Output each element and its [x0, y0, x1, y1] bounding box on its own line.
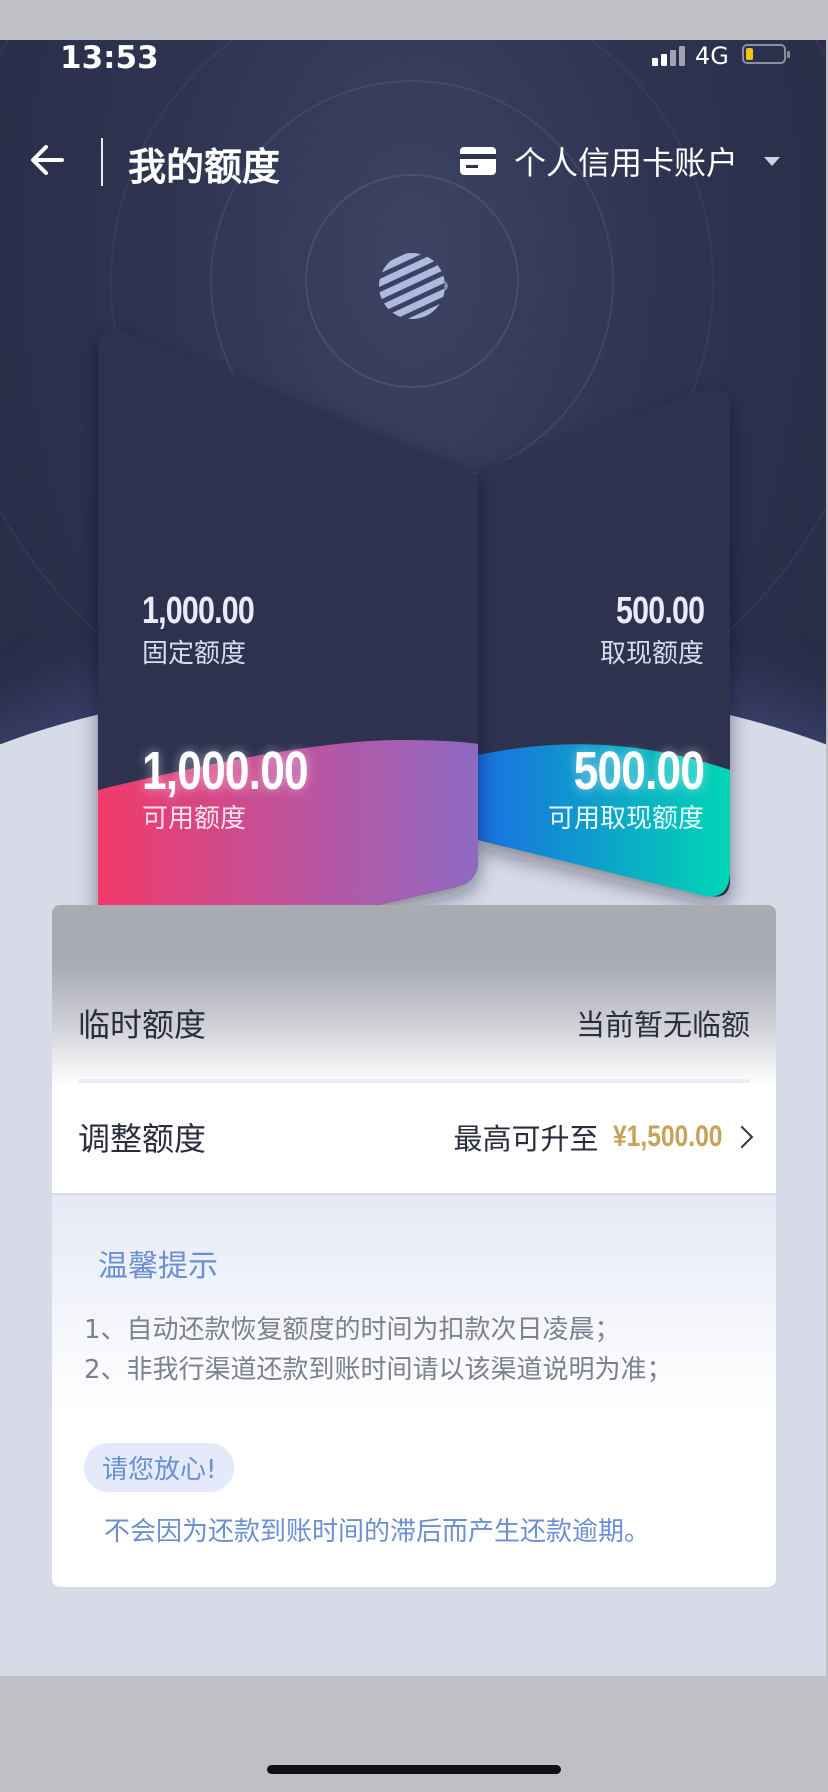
nav-bar: 我的额度 个人信用卡账户: [0, 116, 826, 206]
network-type: 4G: [695, 42, 729, 70]
available-limit-label: 可用额度: [142, 804, 247, 834]
cash-limit-card: 500.00 取现额度: [594, 590, 705, 670]
status-time: 13:53: [60, 40, 159, 76]
page-title: 我的额度: [128, 145, 281, 189]
available-limit-card: 1,000.00 可用额度: [142, 740, 344, 835]
credit-card-icon: [460, 147, 496, 175]
available-cash-card: 500.00 可用取现额度: [545, 740, 705, 835]
adjust-limit-prefix: 最高可升至: [453, 1122, 599, 1156]
fixed-limit-label: 固定额度: [142, 639, 247, 669]
caret-down-icon: [764, 156, 781, 166]
temp-limit-value: 当前暂无临额: [575, 1008, 750, 1042]
tips-card: 温馨提示 1、自动还款恢复额度的时间为扣款次日凌晨； 2、非我行渠道还款到账时间…: [52, 1195, 776, 1587]
reassure-badge: 请您放心!: [84, 1443, 235, 1492]
limit-panel: 临时额度 当前暂无临额 调整额度 最高可升至 ¥1,500.00: [52, 905, 776, 1193]
screen: 13:53 4G 我的额度 个人信用卡账户 1,000.00 固定额度 1,00…: [0, 40, 826, 1676]
divider: [78, 1079, 750, 1083]
temp-limit-label: 临时额度: [78, 1006, 207, 1044]
account-selector[interactable]: 个人信用卡账户: [460, 138, 781, 184]
fixed-limit-amount: 1,000.00: [142, 590, 255, 632]
adjust-limit-amount: ¥1,500.00: [612, 1120, 722, 1153]
available-limit-amount: 1,000.00: [142, 741, 309, 801]
account-selector-label: 个人信用卡账户: [514, 144, 739, 182]
home-indicator[interactable]: [267, 1765, 561, 1774]
signal-icon: [652, 44, 688, 66]
status-bar: 13:53 4G: [0, 40, 826, 88]
fixed-limit-card: 1,000.00 固定额度: [142, 590, 282, 670]
cash-limit-label: 取现额度: [599, 639, 704, 669]
available-cash-label: 可用取现额度: [547, 804, 704, 834]
adjust-limit-value: 最高可升至 ¥1,500.00: [453, 1116, 754, 1158]
tips-line: 1、自动还款恢复额度的时间为扣款次日凌晨；: [84, 1315, 621, 1345]
back-arrow-icon[interactable]: [28, 140, 68, 180]
temp-limit-row: 临时额度 当前暂无临额: [78, 993, 750, 1053]
tips-line: 2、非我行渠道还款到账时间请以该渠道说明为准；: [84, 1355, 673, 1385]
limit-cards: 1,000.00 固定额度 1,000.00 可用额度 500.00 取现额度 …: [0, 300, 826, 1000]
battery-icon: [742, 44, 790, 64]
adjust-limit-row[interactable]: 调整额度 最高可升至 ¥1,500.00: [78, 1107, 754, 1167]
available-cash-amount: 500.00: [573, 741, 704, 801]
nav-divider: [101, 138, 103, 186]
chevron-right-icon: [730, 1125, 754, 1149]
tips-title: 温馨提示: [98, 1249, 218, 1284]
adjust-limit-label: 调整额度: [78, 1120, 207, 1158]
reassure-text: 不会因为还款到账时间的滞后而产生还款逾期。: [104, 1517, 651, 1547]
cash-limit-amount: 500.00: [615, 590, 705, 632]
